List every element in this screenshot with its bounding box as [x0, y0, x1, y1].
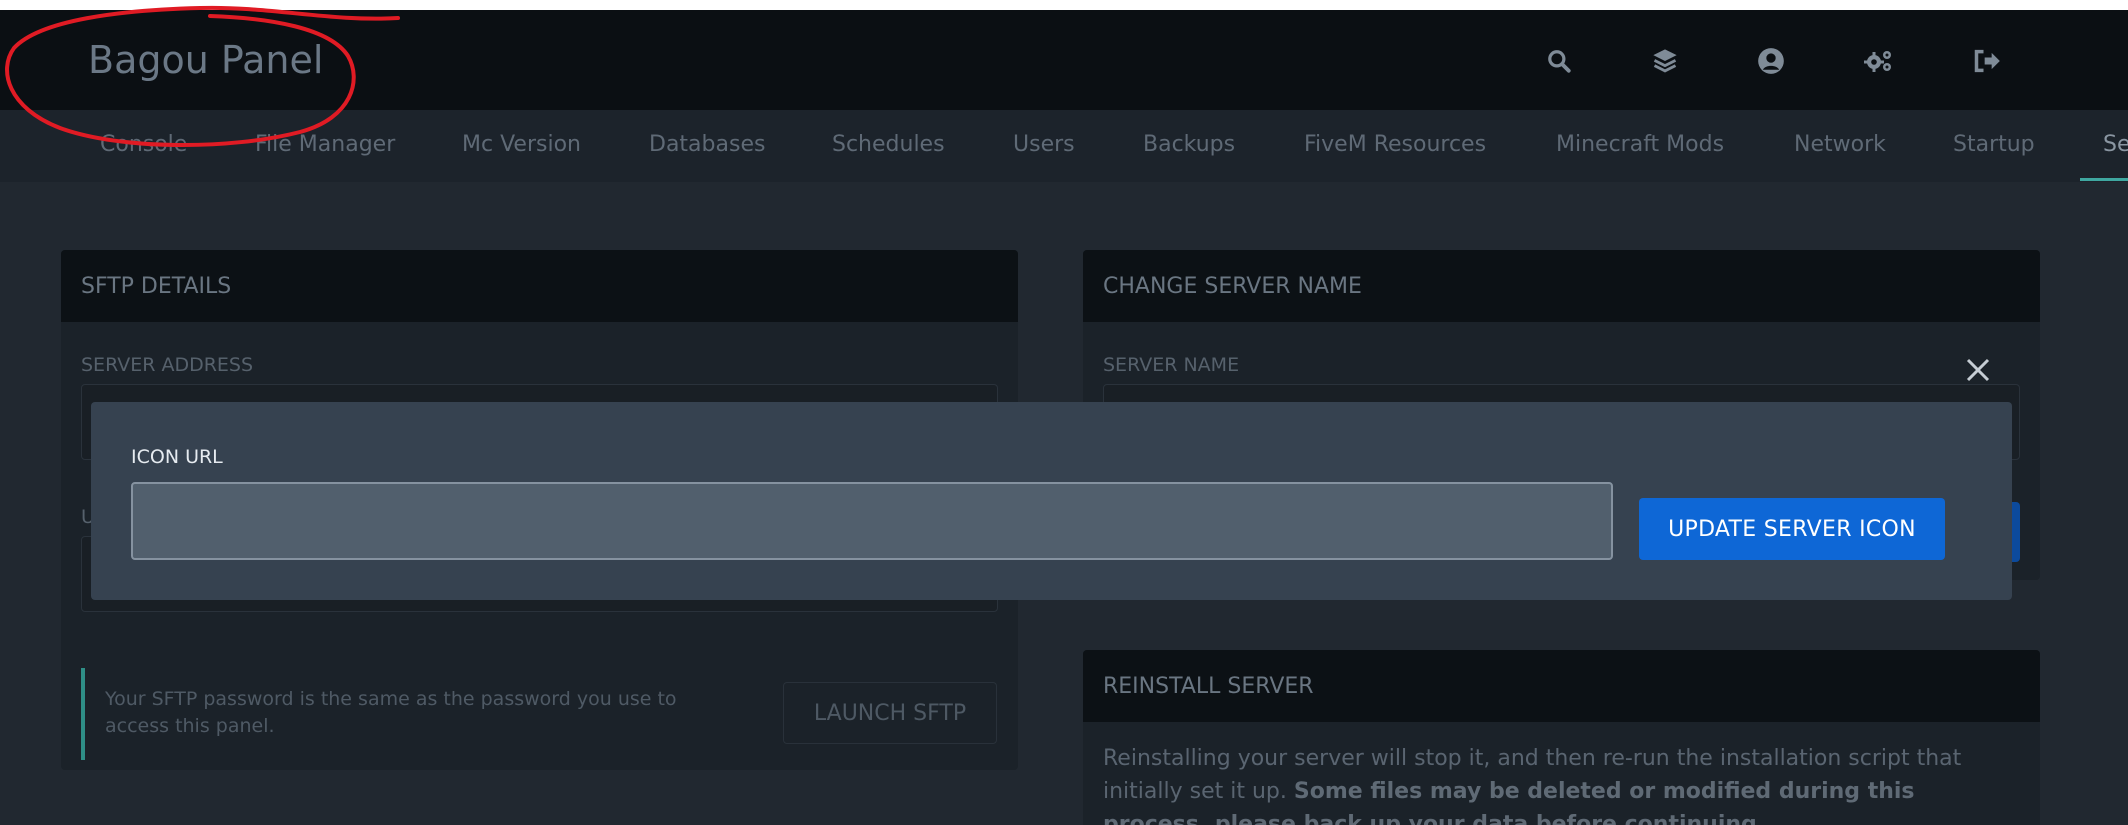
- tab-network[interactable]: Network: [1794, 132, 1886, 157]
- change-name-card-title: CHANGE SERVER NAME: [1083, 250, 2040, 322]
- reinstall-card-title: REINSTALL SERVER: [1083, 650, 2040, 722]
- server-address-label: SERVER ADDRESS: [81, 354, 254, 376]
- tab-settings[interactable]: Se: [2103, 132, 2128, 157]
- search-icon[interactable]: [1544, 46, 1574, 76]
- server-icon-modal: ICON URL UPDATE SERVER ICON: [91, 402, 2012, 600]
- cogs-icon[interactable]: [1864, 46, 1894, 76]
- icon-url-input[interactable]: [131, 482, 1613, 560]
- update-server-icon-button[interactable]: UPDATE SERVER ICON: [1639, 498, 1945, 560]
- tab-backups[interactable]: Backups: [1143, 132, 1235, 157]
- brand-title[interactable]: Bagou Panel: [88, 38, 323, 82]
- reinstall-description: Reinstalling your server will stop it, a…: [1103, 746, 1962, 825]
- modal-close-icon[interactable]: [1958, 350, 1998, 390]
- app-window: Bagou Panel Console File Manager Mc Vers…: [0, 10, 2128, 825]
- tab-console[interactable]: Console: [100, 132, 187, 157]
- sftp-card-title: SFTP DETAILS: [61, 250, 1018, 322]
- tab-databases[interactable]: Databases: [649, 132, 765, 157]
- top-navbar: Bagou Panel: [0, 10, 2128, 110]
- active-tab-underline: [2080, 178, 2128, 181]
- launch-sftp-button[interactable]: LAUNCH SFTP: [783, 682, 997, 744]
- tab-startup[interactable]: Startup: [1953, 132, 2035, 157]
- sign-out-icon[interactable]: [1972, 46, 2002, 76]
- tab-minecraft-mods[interactable]: Minecraft Mods: [1556, 132, 1724, 157]
- user-circle-icon[interactable]: [1756, 46, 1786, 76]
- tab-file-manager[interactable]: File Manager: [255, 132, 395, 157]
- tab-mc-version[interactable]: Mc Version: [462, 132, 581, 157]
- sftp-password-note: Your SFTP password is the same as the pa…: [81, 668, 721, 760]
- tab-users[interactable]: Users: [1013, 132, 1075, 157]
- tab-fivem-resources[interactable]: FiveM Resources: [1304, 132, 1486, 157]
- server-tab-bar: Console File Manager Mc Version Database…: [0, 110, 2128, 182]
- tab-schedules[interactable]: Schedules: [832, 132, 945, 157]
- icon-url-label: ICON URL: [131, 446, 223, 468]
- server-name-label: SERVER NAME: [1103, 354, 1240, 376]
- reinstall-server-card: REINSTALL SERVER Reinstalling your serve…: [1083, 650, 2040, 825]
- layers-icon[interactable]: [1650, 46, 1680, 76]
